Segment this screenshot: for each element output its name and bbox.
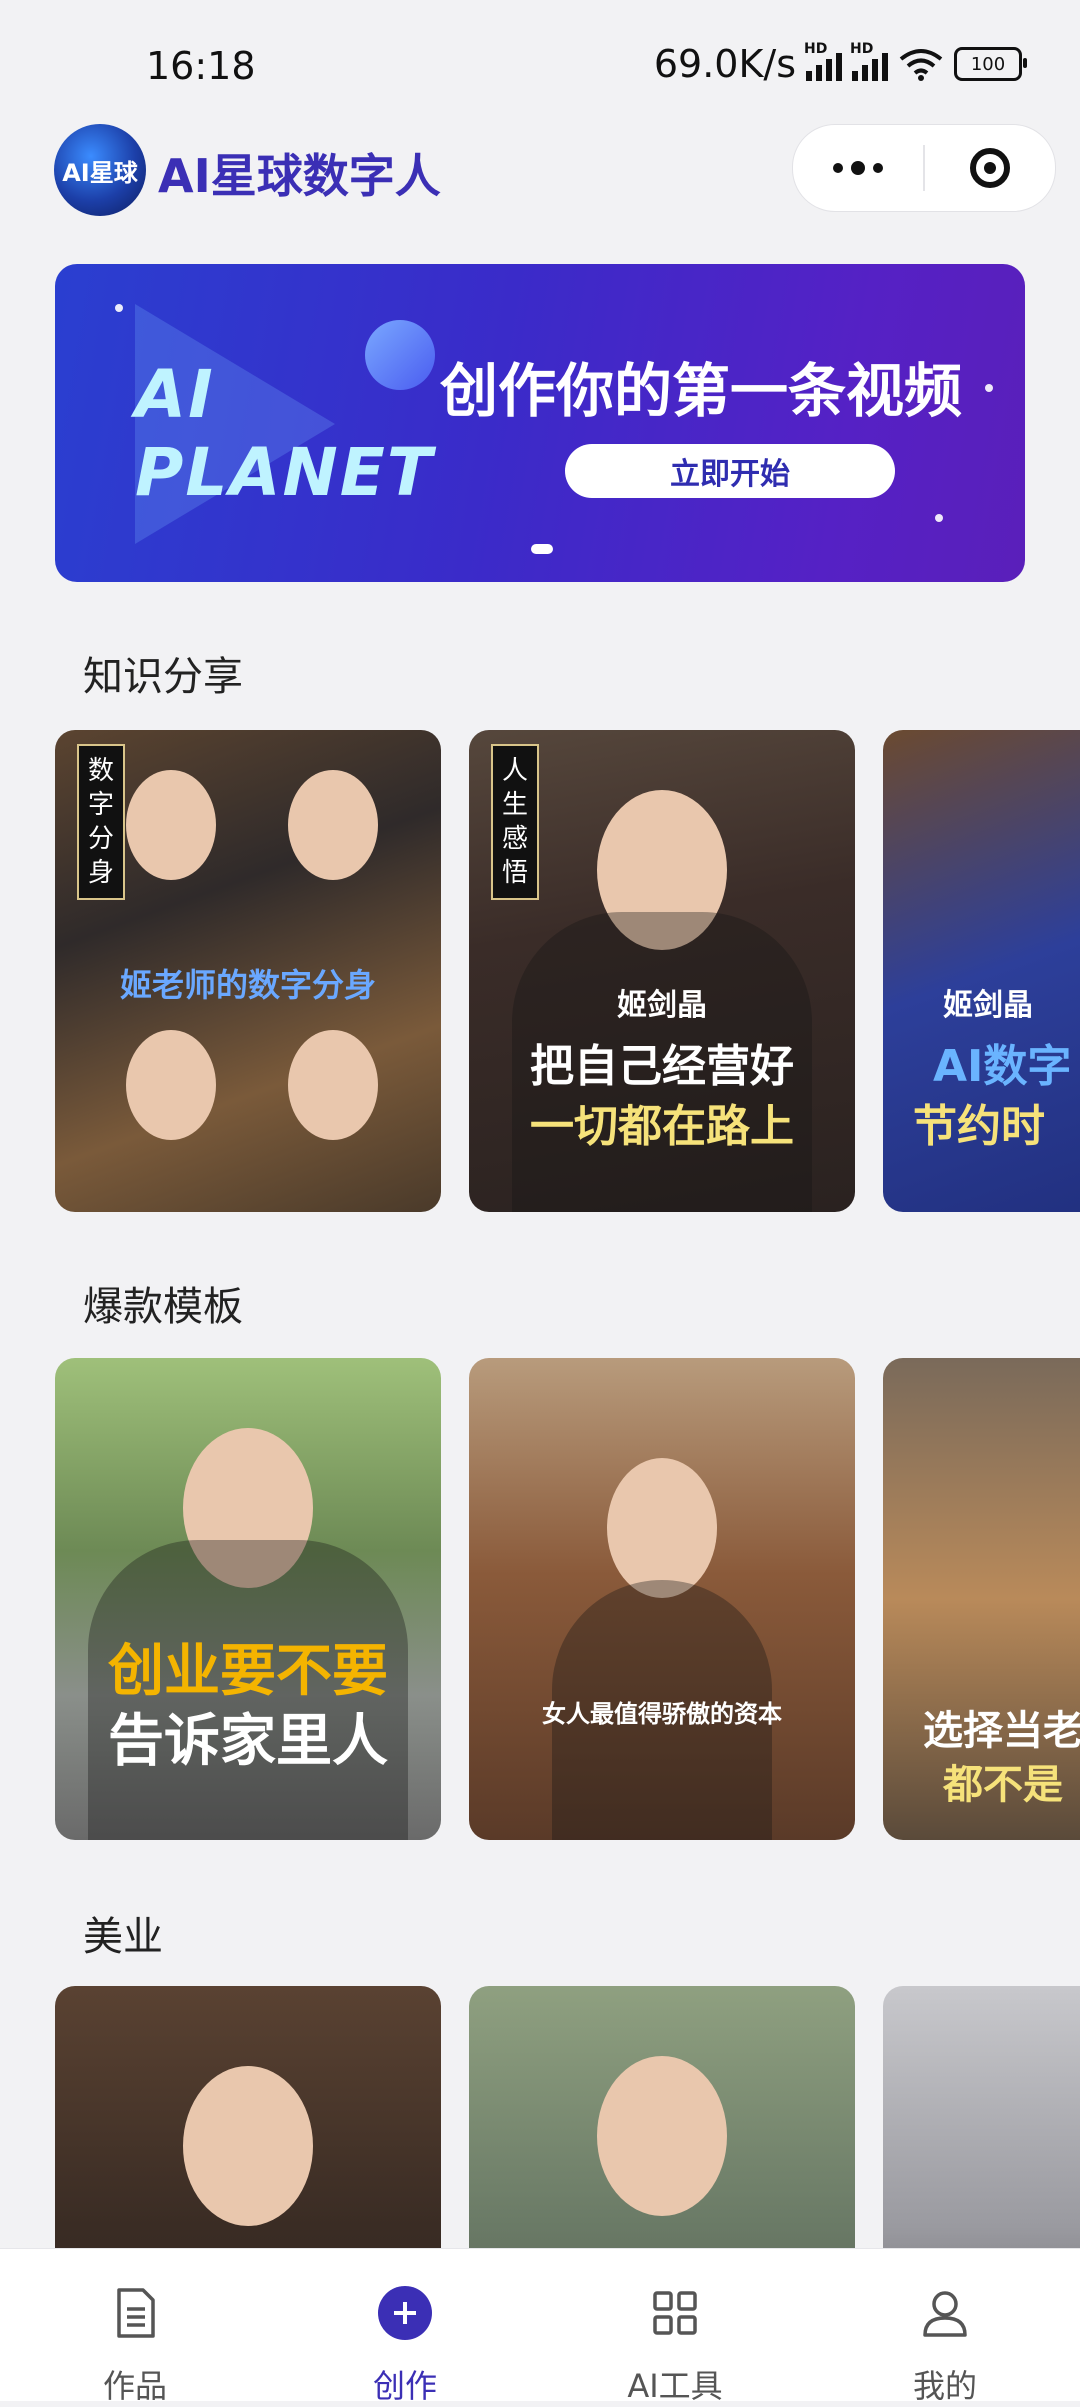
carousel-indicator: [531, 544, 553, 554]
status-time: 16:18: [146, 44, 256, 88]
banner-brand: AI PLANET: [135, 356, 434, 512]
status-bar: 16:18 69.0K/s HD HD 100: [0, 0, 1080, 120]
video-card[interactable]: 人生感悟 姬剑晶 把自己经营好 一切都在路上: [469, 730, 855, 1212]
thumbnail-face: [287, 770, 378, 880]
card-tag: 数字分身: [77, 744, 125, 900]
card-caption: AI数字: [933, 1041, 1072, 1092]
tab-create[interactable]: 创作: [270, 2249, 540, 2405]
section-title: 美业: [83, 1914, 163, 1960]
video-card[interactable]: 女人最值得骄傲的资本: [469, 1358, 855, 1840]
plus-circle-icon: [378, 2286, 432, 2340]
thumbnail-face: [597, 2056, 727, 2216]
section-row-beauty: [55, 1986, 1080, 2248]
tab-label: 创作: [372, 2367, 437, 2405]
more-dots-icon: [833, 163, 843, 173]
start-now-button[interactable]: 立即开始: [565, 444, 895, 498]
video-card[interactable]: [469, 1986, 855, 2248]
thumbnail-face: [125, 1030, 216, 1140]
more-dots-icon: [851, 161, 865, 175]
video-card[interactable]: 选择当老 都不是: [883, 1358, 1080, 1840]
promo-banner[interactable]: AI PLANET 创作你的第一条视频 立即开始: [55, 264, 1025, 582]
section-title: 知识分享: [83, 654, 243, 700]
tab-label: 我的: [912, 2367, 977, 2405]
app-header: AI星球 AI星球数字人: [0, 120, 1080, 220]
card-caption-sub: 告诉家里人: [108, 1709, 388, 1774]
tab-ai-tools[interactable]: AI工具: [540, 2249, 810, 2405]
tab-works[interactable]: 作品: [0, 2249, 270, 2405]
status-right: 69.0K/s HD HD 100: [653, 41, 1027, 86]
more-menu-button[interactable]: [793, 125, 923, 211]
video-card[interactable]: [55, 1986, 441, 2248]
card-caption-sub: 节约时: [913, 1101, 1045, 1152]
bottom-tab-bar: 作品 创作 AI工具 我的: [0, 2248, 1080, 2405]
banner-headline: 创作你的第一条视频: [440, 357, 963, 425]
section-title: 爆款模板: [83, 1284, 243, 1330]
grid-icon: [653, 2291, 697, 2335]
banner-star: [985, 384, 993, 392]
banner-brand-line2: PLANET: [135, 434, 434, 511]
video-card[interactable]: 数字分身 姬老师的数字分身: [55, 730, 441, 1212]
tab-label: AI工具: [627, 2367, 723, 2405]
card-caption-sub: 都不是: [943, 1762, 1063, 1808]
thumbnail-face: [607, 1458, 717, 1598]
tab-profile[interactable]: 我的: [810, 2249, 1080, 2405]
thumbnail-face: [287, 1030, 378, 1140]
battery-icon: 100: [954, 47, 1027, 81]
section-row-knowledge: 数字分身 姬老师的数字分身 人生感悟 姬剑晶 把自己经营好 一切都在路上 姬剑晶…: [55, 730, 1080, 1212]
signal-icon: HD: [804, 41, 842, 81]
wifi-icon: [899, 49, 943, 81]
card-caption: 把自己经营好: [530, 1041, 794, 1092]
video-card[interactable]: 创业要不要 告诉家里人: [55, 1358, 441, 1840]
thumbnail-face: [183, 2066, 313, 2226]
card-caption-top: 姬剑晶: [943, 988, 1033, 1023]
close-button[interactable]: [925, 125, 1055, 211]
thumbnail-face: [125, 770, 216, 880]
app-title: AI星球数字人: [158, 149, 441, 203]
card-caption-top: 姬剑晶: [617, 988, 707, 1023]
signal-icon: HD: [850, 41, 888, 81]
net-speed: 69.0K/s: [653, 42, 796, 86]
section-row-templates: 创业要不要 告诉家里人 女人最值得骄傲的资本 选择当老 都不是: [55, 1358, 1080, 1840]
user-icon: [923, 2291, 967, 2337]
card-tag: 人生感悟: [491, 744, 539, 900]
document-icon: [117, 2288, 155, 2338]
card-caption: 姬老师的数字分身: [119, 966, 376, 1004]
banner-brand-line1: AI: [135, 356, 215, 433]
target-icon: [970, 148, 1010, 188]
video-card[interactable]: [883, 1986, 1080, 2248]
card-caption-sub: 一切都在路上: [530, 1101, 794, 1152]
banner-star: [115, 304, 123, 312]
card-caption: 选择当老: [923, 1708, 1080, 1754]
card-caption: 女人最值得骄傲的资本: [542, 1700, 782, 1728]
card-caption: 创业要不要: [108, 1639, 388, 1704]
app-logo: AI星球: [54, 124, 146, 216]
mini-program-capsule: [792, 124, 1056, 212]
more-dots-icon: [873, 163, 883, 173]
tab-label: 作品: [102, 2367, 167, 2405]
banner-star: [935, 514, 943, 522]
video-card[interactable]: 姬剑晶 AI数字 节约时: [883, 730, 1080, 1212]
